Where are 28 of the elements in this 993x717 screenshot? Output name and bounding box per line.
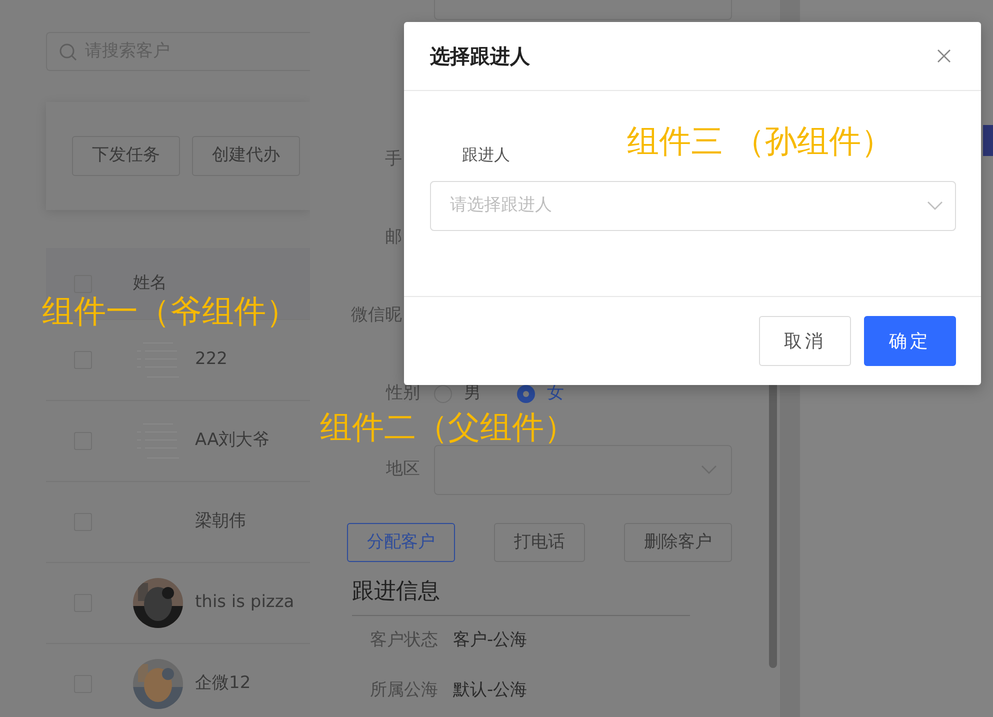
action-button[interactable]: 分配客户 — [347, 523, 455, 562]
annotation-label: 组件一（爷组件） — [42, 295, 298, 327]
action-button[interactable]: 创建代办 — [192, 136, 300, 176]
cancel-button[interactable]: 取消 — [759, 316, 851, 366]
annotation-label: 组件三 （孙组件） — [627, 125, 894, 157]
info-value: 客户-公海 — [453, 629, 528, 652]
confirm-button[interactable]: 确定 — [864, 316, 956, 366]
accent-bar — [983, 125, 993, 156]
annotation-label: 组件二（父组件） — [320, 411, 576, 443]
column-header: 姓名 — [133, 272, 167, 295]
radio-button[interactable] — [517, 385, 535, 403]
customer-name: this is pizza — [195, 591, 294, 614]
customer-name: 企微12 — [195, 672, 251, 696]
action-button[interactable]: 打电话 — [494, 523, 585, 562]
field-label: 跟进人 — [462, 144, 510, 166]
action-button[interactable]: 下发任务 — [72, 136, 180, 176]
customer-name: 梁朝伟 — [195, 510, 246, 534]
chevron-down-icon — [927, 201, 943, 211]
close-icon — [937, 49, 951, 63]
radio-option[interactable]: 女 — [517, 381, 564, 407]
dialog-title: 选择跟进人 — [430, 43, 530, 70]
action-button[interactable]: 删除客户 — [624, 523, 732, 562]
section-heading: 跟进信息 — [352, 577, 690, 616]
search-icon — [59, 42, 77, 60]
info-value: 默认-公海 — [453, 679, 528, 702]
customer-name: AA刘大爷 — [195, 429, 270, 452]
select-field[interactable]: 请选择跟进人 — [430, 181, 956, 231]
customer-name: 222 — [195, 348, 228, 372]
